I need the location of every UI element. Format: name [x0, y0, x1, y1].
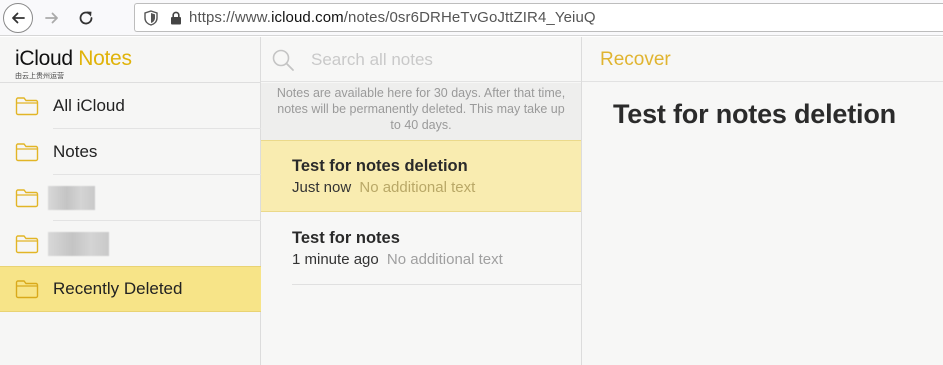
brand-subtitle: 由云上贵州运营	[15, 73, 64, 80]
shield-icon[interactable]	[143, 9, 159, 26]
folder-icon	[15, 143, 39, 162]
arrow-left-icon	[12, 12, 25, 24]
sidebar-item-redacted-1[interactable]	[0, 175, 261, 221]
sidebar-item-label: All iCloud	[53, 96, 125, 115]
brand-title-icloud: iCloud	[15, 47, 73, 70]
reload-button[interactable]	[71, 3, 101, 33]
redacted-folder-name	[48, 232, 109, 256]
note-time: Just now	[292, 179, 352, 196]
note-heading[interactable]: Test for notes deletion	[613, 99, 896, 130]
divider	[292, 284, 581, 285]
search-icon	[272, 49, 294, 71]
reload-icon	[79, 11, 93, 25]
forward-button[interactable]	[37, 3, 67, 33]
url-prefix: https://www.	[189, 9, 272, 26]
editor-toolbar: Recover	[582, 37, 943, 82]
sidebar-item-recently-deleted[interactable]: Recently Deleted	[0, 266, 261, 312]
url-path: /notes/0sr6DRHeTvGoJttZIR4_YeiuQ	[343, 9, 596, 26]
retention-info-text: Notes are available here for 30 days. Af…	[261, 83, 581, 140]
notes-app: iCloud Notes 由云上贵州运营 All iCloud Notes Re…	[0, 37, 943, 365]
note-meta: Just now No additional text	[292, 179, 475, 196]
note-time: 1 minute ago	[292, 251, 379, 268]
note-title: Test for notes deletion	[292, 157, 468, 175]
address-bar[interactable]: https://www.icloud.com/notes/0sr6DRHeTvG…	[134, 3, 943, 32]
note-meta: 1 minute ago No additional text	[292, 251, 503, 268]
folder-icon	[15, 189, 39, 208]
note-snippet: No additional text	[386, 251, 503, 268]
app-logo: iCloud Notes 由云上贵州运营	[15, 47, 132, 83]
note-title: Test for notes	[292, 229, 400, 247]
brand-title: iCloud Notes	[15, 47, 132, 71]
note-snippet: No additional text	[359, 179, 476, 196]
sidebar-item-notes[interactable]: Notes	[0, 129, 261, 175]
folder-icon	[15, 235, 39, 254]
sidebar-item-redacted-2[interactable]	[0, 221, 261, 267]
browser-toolbar: https://www.icloud.com/notes/0sr6DRHeTvG…	[0, 0, 943, 36]
arrow-right-icon	[45, 12, 58, 24]
note-list-item[interactable]: Test for notes deletion Just now No addi…	[261, 140, 581, 212]
sidebar-item-label: Recently Deleted	[53, 279, 183, 298]
note-editor: Recover Test for notes deletion	[582, 37, 943, 365]
sidebar-item-all-icloud[interactable]: All iCloud	[0, 83, 261, 129]
search-input[interactable]	[311, 49, 561, 71]
search-bar	[261, 37, 581, 82]
folder-icon	[15, 280, 39, 299]
note-list-panel: Notes are available here for 30 days. Af…	[261, 37, 582, 365]
back-button[interactable]	[3, 3, 33, 33]
recover-button[interactable]: Recover	[600, 49, 671, 71]
lock-icon[interactable]	[169, 10, 183, 26]
brand-title-notes: Notes	[78, 47, 132, 70]
note-list-item[interactable]: Test for notes 1 minute ago No additiona…	[261, 213, 581, 285]
url-text[interactable]: https://www.icloud.com/notes/0sr6DRHeTvG…	[189, 9, 596, 26]
url-domain: icloud.com	[271, 9, 344, 26]
redacted-folder-name	[48, 186, 95, 210]
sidebar-item-label: Notes	[53, 142, 98, 161]
folder-sidebar: iCloud Notes 由云上贵州运营 All iCloud Notes Re…	[0, 37, 261, 365]
folder-icon	[15, 97, 39, 116]
